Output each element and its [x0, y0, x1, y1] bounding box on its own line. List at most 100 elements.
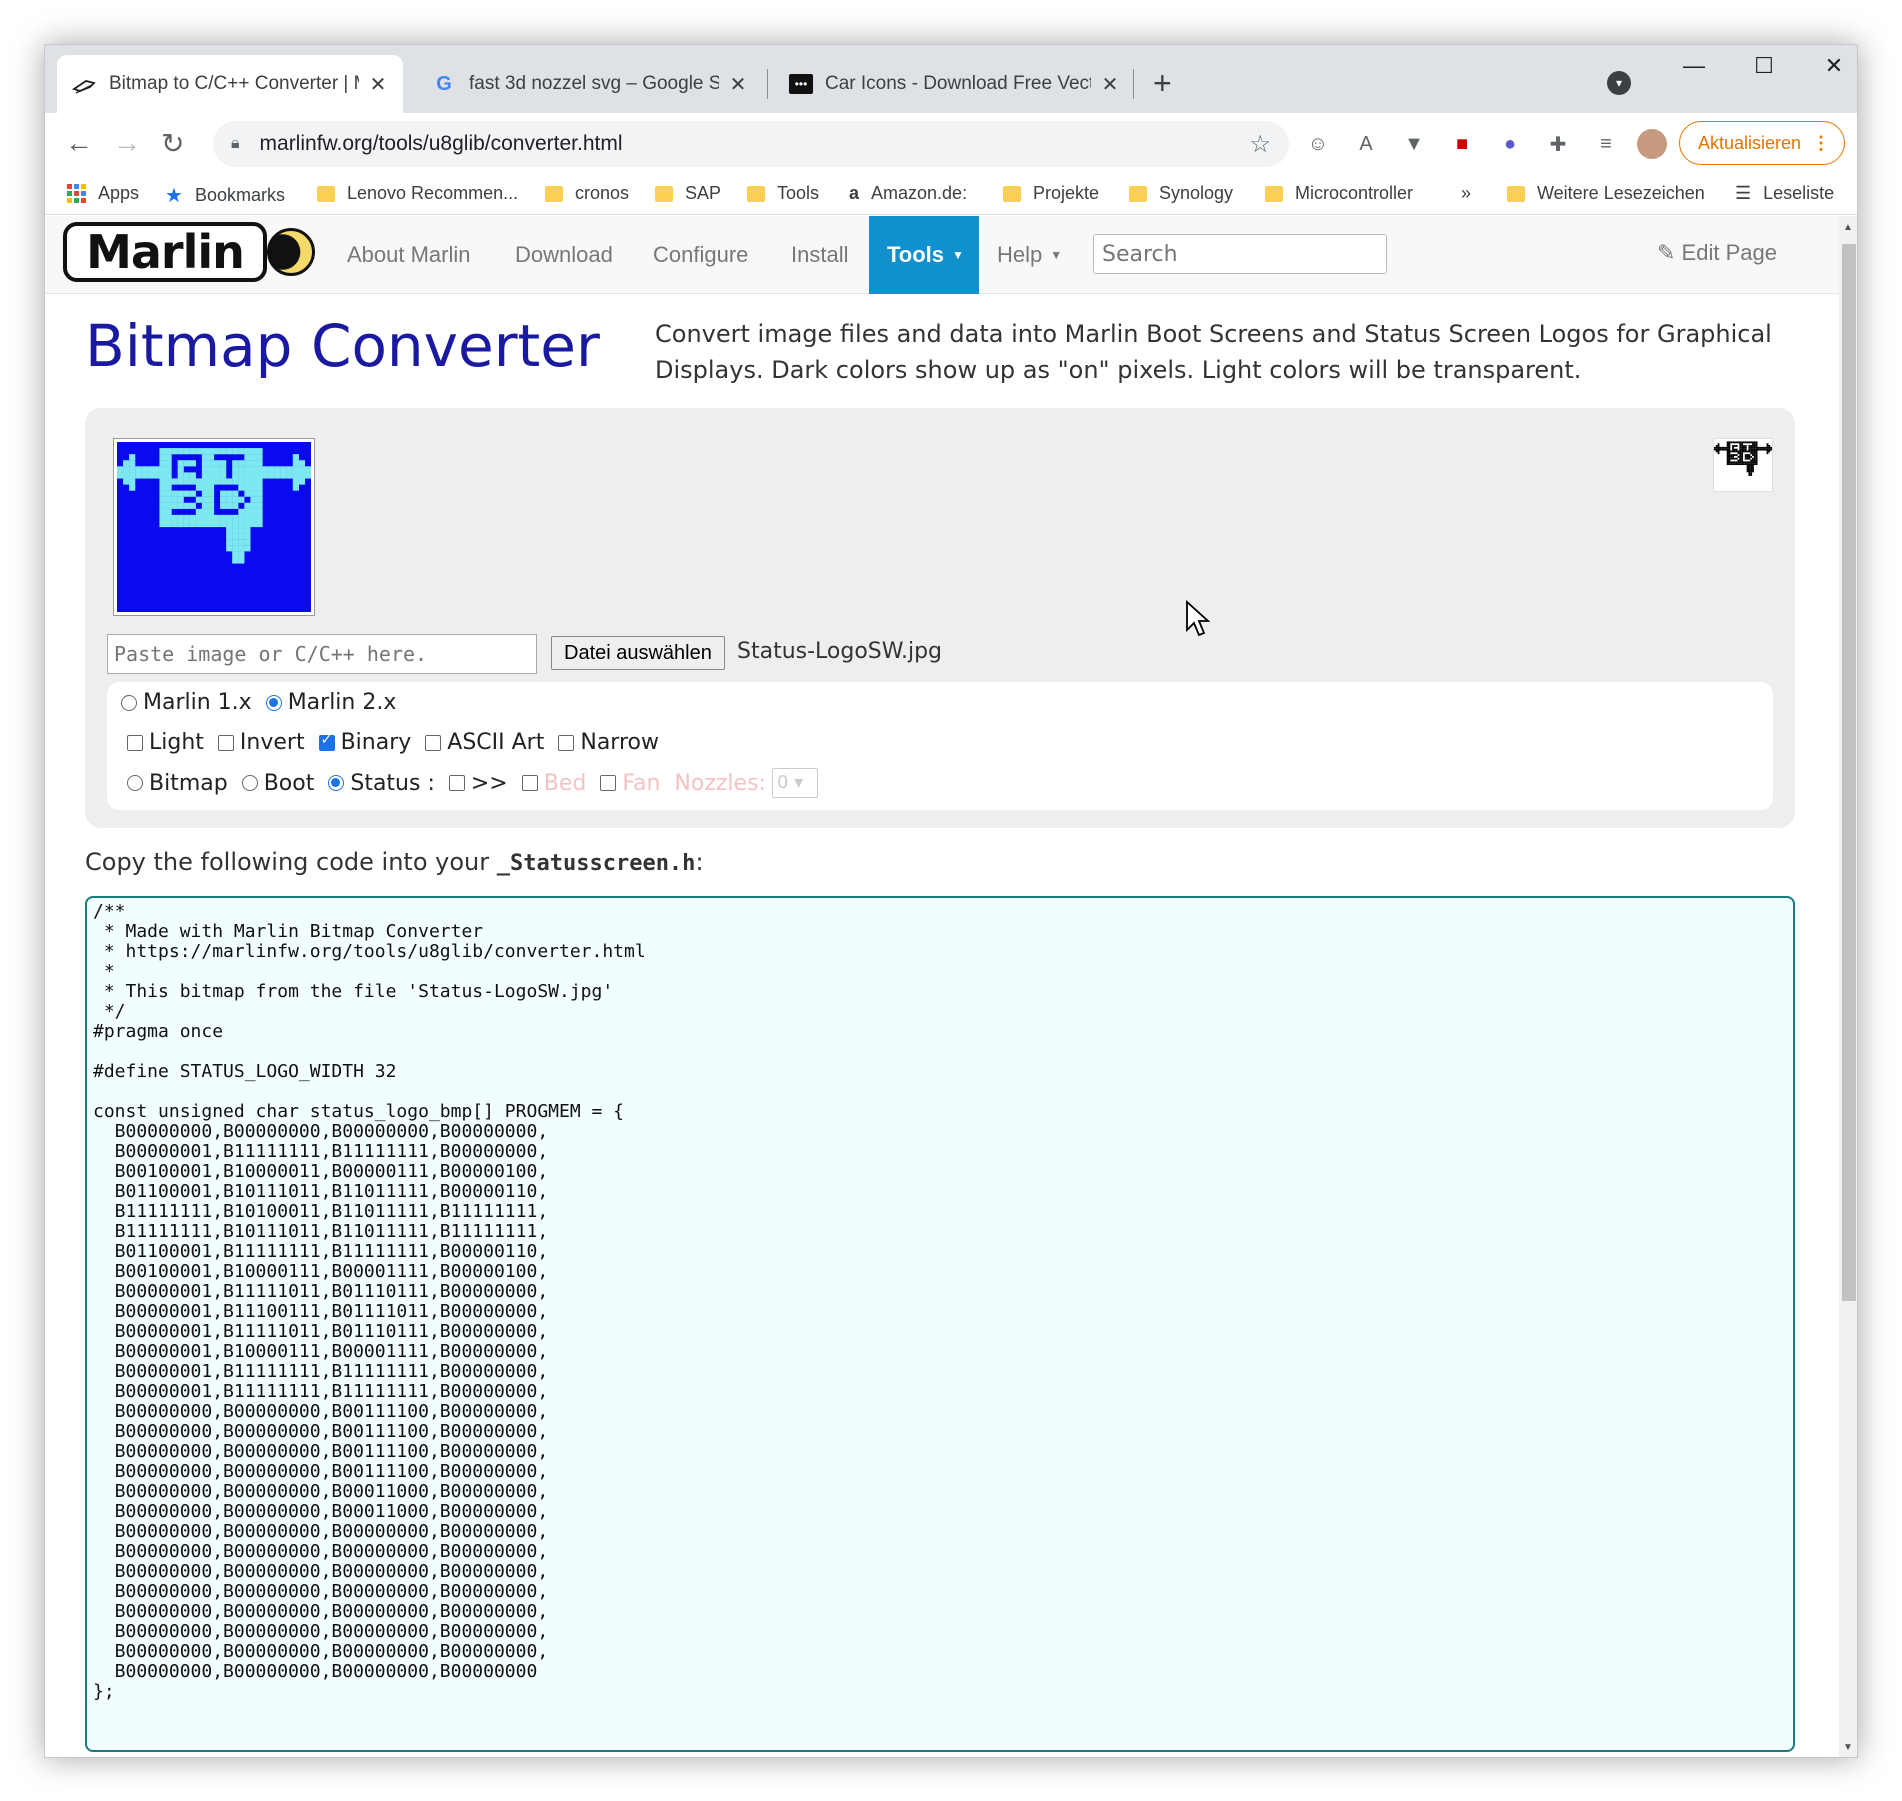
nozzles-select[interactable]: 0 ▾: [771, 768, 818, 798]
bitmap-pixel: [189, 502, 196, 509]
reading-list[interactable]: ☰ Leseliste: [1735, 183, 1834, 204]
scroll-down-icon[interactable]: ▼: [1843, 1742, 1853, 1753]
puzzle-icon[interactable]: ✚: [1543, 129, 1573, 159]
bookmark-amazon[interactable]: a Amazon.de:: [849, 183, 967, 204]
radio-bitmap[interactable]: Bitmap: [127, 771, 228, 796]
bookmark-folder[interactable]: Lenovo Recommen...: [317, 183, 518, 204]
check-narrow[interactable]: Narrow: [558, 730, 659, 755]
bitmap-pixel: [256, 472, 263, 479]
bookmark-apps[interactable]: Apps: [67, 183, 139, 204]
checkbox-control[interactable]: [521, 775, 538, 791]
bookmark-folder[interactable]: SAP: [655, 183, 721, 204]
edit-page-link[interactable]: ✎ Edit Page: [1657, 240, 1777, 266]
code-output[interactable]: /** * Made with Marlin Bitmap Converter …: [85, 896, 1795, 1752]
radio-control[interactable]: [328, 775, 345, 791]
checkbox-control[interactable]: [558, 734, 575, 751]
check-ascii-art[interactable]: ASCII Art: [425, 730, 544, 755]
close-window-icon[interactable]: ✕: [1799, 53, 1857, 79]
vertical-scrollbar[interactable]: ▲ ▼: [1839, 216, 1857, 1757]
minimize-icon[interactable]: —: [1659, 53, 1729, 79]
check-light[interactable]: Light: [127, 730, 204, 755]
bitmap-pixel: [220, 448, 227, 455]
choose-file-button[interactable]: Datei auswählen: [551, 636, 725, 670]
radio-control[interactable]: [241, 775, 258, 791]
new-tab-button[interactable]: +: [1153, 65, 1172, 102]
bookmark-folder[interactable]: Projekte: [1003, 183, 1099, 204]
web-extension-icon[interactable]: ●: [1495, 129, 1525, 159]
translate-icon[interactable]: A: [1351, 129, 1381, 159]
check-extended[interactable]: >>: [448, 771, 508, 796]
bitmap-pixel: [1735, 448, 1738, 451]
bitmap-pixel: [1744, 441, 1747, 444]
nav-download[interactable]: Download: [515, 216, 613, 294]
checkbox-control[interactable]: [318, 732, 335, 751]
tab-google-search[interactable]: G fast 3d nozzel svg – Google Such ✕: [417, 55, 763, 113]
radio-status[interactable]: Status :: [328, 771, 435, 796]
nav-configure[interactable]: Configure: [653, 216, 748, 294]
extension-icon[interactable]: ☺: [1303, 129, 1333, 159]
radio-control[interactable]: [121, 694, 137, 711]
close-icon[interactable]: ✕: [367, 72, 389, 97]
radio-control[interactable]: [265, 694, 282, 711]
bookmark-star-icon[interactable]: ☆: [1249, 130, 1271, 159]
pdf-icon[interactable]: ■: [1447, 129, 1477, 159]
bitmap-pixel: [147, 466, 154, 473]
bookmark-label: SAP: [685, 183, 722, 203]
check-binary[interactable]: Binary: [318, 730, 411, 755]
bookmark-folder[interactable]: Tools: [747, 183, 819, 204]
avatar[interactable]: [1637, 129, 1667, 159]
type-row: Bitmap Boot Status : >> Bed Fan Nozzles:…: [127, 768, 818, 798]
bitmap-pixel: [159, 520, 166, 528]
reload-icon[interactable]: ↻: [161, 127, 184, 160]
bitmap-pixel: [135, 472, 142, 479]
media-icon[interactable]: ≡: [1591, 129, 1621, 159]
address-bar[interactable]: 🔒︎ marlinfw.org/tools/u8glib/converter.h…: [213, 121, 1289, 167]
nav-about[interactable]: About Marlin: [347, 216, 471, 294]
paste-input[interactable]: [107, 634, 537, 674]
checkbox-control[interactable]: [448, 775, 465, 791]
checkbox-control[interactable]: [425, 734, 442, 751]
checkbox-control[interactable]: [217, 734, 234, 751]
forward-icon[interactable]: →: [113, 127, 141, 159]
close-icon[interactable]: ✕: [727, 72, 749, 97]
radio-marlin-2x[interactable]: Marlin 2.x: [265, 690, 396, 715]
bookmarks-more[interactable]: »: [1461, 183, 1471, 204]
marlin-logo[interactable]: Marlin: [63, 222, 267, 282]
radio-marlin-1x[interactable]: Marlin 1.x: [121, 690, 252, 715]
scrollbar-thumb[interactable]: [1842, 244, 1856, 1301]
bookmark-other[interactable]: Weitere Lesezeichen: [1507, 183, 1705, 204]
bitmap-pixel: [244, 460, 251, 467]
bookmark-folder[interactable]: Synology: [1129, 183, 1233, 204]
tab-car-icons[interactable]: ••• Car Icons - Download Free Vecto ✕: [775, 55, 1135, 113]
bookmark-label: Projekte: [1033, 183, 1100, 203]
tab-search-icon[interactable]: ▾: [1607, 71, 1631, 95]
checkbox-control[interactable]: [127, 734, 143, 751]
radio-control[interactable]: [127, 775, 143, 791]
bookmark-folder[interactable]: Microcontroller: [1265, 183, 1413, 204]
bitmap-pixel: [1750, 468, 1753, 471]
check-bed[interactable]: Bed: [521, 771, 586, 796]
update-button[interactable]: Aktualisieren ⋮: [1679, 121, 1845, 165]
nav-tools[interactable]: Tools ▼: [869, 216, 979, 294]
bitmap-pixel: [268, 466, 275, 473]
back-icon[interactable]: ←: [65, 127, 93, 159]
bitmap-pixel: [214, 460, 221, 467]
checkbox-control[interactable]: [600, 775, 617, 791]
version-row: Marlin 1.x Marlin 2.x: [121, 690, 410, 715]
check-invert[interactable]: Invert: [217, 730, 305, 755]
bookmark-bookmarks[interactable]: ★ Bookmarks: [165, 183, 285, 208]
bitmap-pixel: [256, 454, 263, 461]
nav-help[interactable]: Help ▼: [997, 216, 1062, 294]
check-fan[interactable]: Fan: [600, 771, 660, 796]
bitmap-pixel: [171, 496, 178, 503]
bookmark-folder[interactable]: cronos: [545, 183, 629, 204]
radio-boot[interactable]: Boot: [241, 771, 314, 796]
site-search-input[interactable]: [1093, 234, 1387, 274]
bitmap-pixel: [1733, 448, 1736, 451]
nav-install[interactable]: Install: [791, 216, 848, 294]
maximize-icon[interactable]: ☐: [1729, 53, 1799, 79]
tab-bitmap-converter[interactable]: Bitmap to C/C++ Converter | Ma ✕: [57, 55, 403, 113]
scroll-up-icon[interactable]: ▲: [1843, 222, 1853, 233]
vivaldi-icon[interactable]: ▼: [1399, 129, 1429, 159]
close-icon[interactable]: ✕: [1099, 72, 1121, 97]
